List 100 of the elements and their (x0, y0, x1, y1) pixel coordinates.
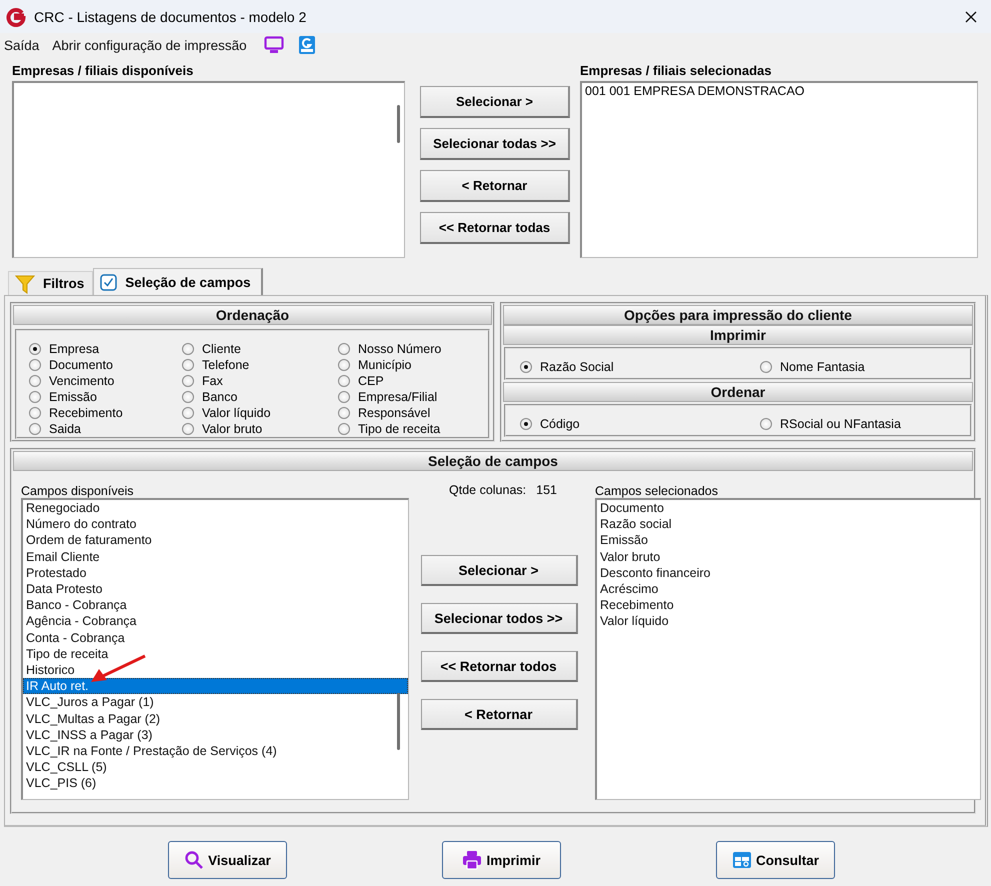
list-item[interactable]: Historico (23, 662, 408, 678)
radio-button[interactable] (338, 391, 350, 403)
list-item[interactable]: Email Cliente (23, 548, 408, 565)
scrollbar[interactable] (397, 693, 400, 750)
radio-label: Nome Fantasia (780, 360, 865, 374)
menu-item[interactable]: Saída (4, 38, 40, 52)
list-item[interactable]: VLC_IR na Fonte / Prestação de Serviços (4) (23, 743, 408, 760)
scrollbar[interactable] (397, 105, 400, 143)
transfer-button[interactable]: Selecionar > (420, 86, 570, 118)
tab[interactable]: Seleção de campos (93, 268, 263, 295)
radio-button[interactable] (29, 391, 41, 403)
list-item[interactable]: Desconto financeiro (597, 564, 980, 582)
list-item[interactable]: VLC_PIS (6) (23, 775, 408, 792)
list-item[interactable]: Recebimento (597, 597, 980, 614)
radio-button[interactable] (760, 418, 772, 430)
radio-button[interactable] (29, 423, 41, 435)
transfer-button[interactable]: Selecionar todos >> (420, 603, 578, 634)
radio-button[interactable] (182, 423, 194, 435)
radio-label: Valor líquido (202, 406, 271, 420)
radio-button[interactable] (29, 343, 41, 355)
footer-button[interactable]: Consultar (716, 841, 835, 879)
list-item[interactable]: Valor bruto (597, 548, 980, 565)
radio-label: Valor bruto (202, 422, 262, 436)
list-item[interactable]: Renegociado (23, 500, 408, 516)
app-logo-icon[interactable] (298, 35, 316, 55)
list-item[interactable]: VLC_Juros a Pagar (1) (23, 694, 408, 711)
radio-label: Fax (202, 374, 223, 388)
list-item[interactable]: VLC_Multas a Pagar (2) (23, 710, 408, 727)
footer-button[interactable]: Visualizar (168, 841, 287, 879)
radio-button[interactable] (29, 407, 41, 419)
list-item[interactable]: Tipo de receita (23, 646, 408, 662)
radio-button[interactable] (520, 418, 532, 430)
radio-button[interactable] (182, 391, 194, 403)
tab[interactable]: Filtros (8, 271, 94, 295)
radio-label: Banco (202, 390, 238, 404)
group-title: Seleção de campos (13, 451, 973, 471)
field-list[interactable]: Documento Razão social Emissão Valor bruto Desconto financeiro Acréscimo Recebimento Valor líquido (595, 498, 981, 800)
list-item[interactable]: Valor líquido (597, 613, 980, 630)
transfer-button[interactable]: << Retornar todas (420, 212, 570, 244)
list-item[interactable]: 001 001 EMPRESA DEMONSTRACAO (582, 83, 977, 99)
radio-button[interactable] (760, 360, 772, 372)
transfer-button[interactable]: Selecionar todas >> (420, 128, 570, 160)
footer-button[interactable]: Imprimir (442, 841, 561, 879)
radio-label: Emissão (49, 390, 97, 404)
radio-button[interactable] (29, 375, 41, 387)
list-item[interactable]: Acréscimo (597, 581, 980, 598)
list-item[interactable]: Número do contrato (23, 516, 408, 532)
radio-label: Cliente (202, 342, 241, 356)
search-icon (184, 850, 204, 870)
menu-item[interactable]: Abrir configuração de impressão (52, 38, 247, 52)
field-list[interactable] (21, 498, 409, 800)
list-item[interactable]: Agência - Cobrança (23, 613, 408, 630)
radio-label: Telefone (202, 358, 250, 372)
transfer-button[interactable]: Selecionar > (420, 555, 578, 586)
radio-button[interactable] (182, 407, 194, 419)
transfer-button[interactable]: << Retornar todos (420, 651, 578, 682)
list-label: Campos disponíveis (21, 484, 134, 498)
radio-label: Responsável (358, 406, 430, 420)
radio-button[interactable] (338, 343, 350, 355)
list-item[interactable]: Razão social (597, 516, 980, 532)
radio-label: Município (358, 358, 412, 372)
radio-label: Razão Social (540, 360, 614, 374)
list-item[interactable]: Documento (597, 500, 980, 516)
list-item[interactable]: VLC_CSLL (5) (23, 759, 408, 776)
radio-button[interactable] (338, 407, 350, 419)
transfer-button[interactable]: < Retornar (420, 699, 578, 730)
list-item[interactable]: Protestado (23, 564, 408, 582)
radio-button[interactable] (338, 359, 350, 371)
printer-icon (462, 850, 482, 870)
list-item[interactable]: Emissão (597, 532, 980, 549)
company-list[interactable]: 001 001 EMPRESA DEMONSTRACAO (580, 81, 978, 258)
radio-button[interactable] (338, 423, 350, 435)
radio-label: Saida (49, 422, 81, 436)
close-icon[interactable] (965, 10, 977, 22)
group-title: Opções para impressão do cliente (503, 305, 973, 325)
checkbox-icon (100, 274, 118, 290)
list-item[interactable]: Banco - Cobrança (23, 597, 408, 614)
app-logo-icon (6, 6, 26, 26)
list-item[interactable]: Data Protesto (23, 581, 408, 598)
radio-button[interactable] (182, 375, 194, 387)
radio-button[interactable] (29, 359, 41, 371)
radio-button[interactable] (182, 343, 194, 355)
radio-label: Documento (49, 358, 113, 372)
list-item[interactable]: IR Auto ret. (23, 678, 408, 694)
list-item[interactable]: Ordem de faturamento (23, 532, 408, 549)
transfer-button[interactable]: < Retornar (420, 170, 570, 202)
list-item[interactable]: Conta - Cobrança (23, 630, 408, 646)
company-list[interactable] (12, 81, 405, 258)
table-icon (732, 850, 752, 870)
group-title: Imprimir (503, 325, 973, 345)
radio-button[interactable] (520, 360, 532, 372)
radio-button[interactable] (182, 359, 194, 371)
radio-label: RSocial ou NFantasia (780, 416, 901, 430)
monitor-icon[interactable] (264, 36, 284, 54)
radio-label: Recebimento (49, 406, 123, 420)
radio-button[interactable] (338, 375, 350, 387)
list-item[interactable]: VLC_INSS a Pagar (3) (23, 726, 408, 744)
funnel-icon (15, 274, 35, 294)
radio-label: Vencimento (49, 374, 114, 388)
list-label: Campos selecionados (595, 484, 718, 498)
